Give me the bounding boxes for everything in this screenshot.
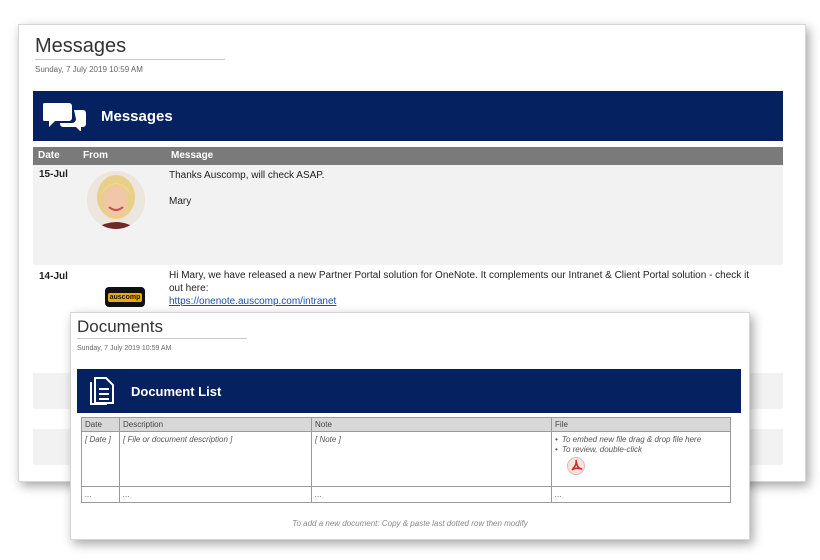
page-datetime: Sunday, 7 July 2019 10:59 AM (35, 65, 143, 74)
chat-bubbles-icon (43, 103, 86, 131)
portal-link[interactable]: https://onenote.auscomp.com/intranet (169, 295, 779, 308)
messages-table-header: Date From Message (33, 147, 783, 165)
message-text: Hi Mary, we have released a new Partner … (169, 269, 779, 308)
doc-description[interactable]: [ File or document description ] (120, 433, 235, 446)
page-title[interactable]: Documents (77, 317, 247, 339)
col-date-header: Date (38, 150, 60, 161)
pdf-file-icon[interactable] (567, 457, 585, 475)
documents-page: Documents Sunday, 7 July 2019 10:59 AM D… (70, 312, 750, 540)
message-row: 15-Jul Thanks Auscomp, will check ASAP. … (33, 165, 783, 265)
dotted-cell[interactable]: ... (82, 488, 95, 501)
document-table: Date Description Note File [ Date ] [ Fi… (81, 417, 731, 503)
banner-title: Messages (101, 107, 173, 125)
avatar (87, 171, 145, 229)
dotted-cell[interactable]: ... (312, 488, 325, 501)
col-message-header: Message (171, 150, 214, 161)
dotted-cell[interactable]: ... (552, 488, 565, 501)
col-from-header: From (83, 150, 108, 161)
documents-banner: Document List (77, 369, 741, 413)
col-date-header: Date (85, 420, 102, 429)
message-date: 14-Jul (39, 271, 68, 282)
col-note-header: Note (315, 420, 332, 429)
message-date: 15-Jul (39, 169, 68, 180)
auscomp-logo: auscomp (105, 287, 145, 307)
col-file-header: File (555, 420, 568, 429)
page-title[interactable]: Messages (35, 35, 225, 60)
dotted-cell[interactable]: ... (120, 488, 133, 501)
message-row: 14-Jul auscomp Hi Mary, we have released… (33, 265, 783, 315)
banner-title: Document List (131, 383, 222, 399)
message-text: Thanks Auscomp, will check ASAP. Mary (169, 170, 325, 207)
doc-date[interactable]: [ Date ] (82, 433, 114, 446)
document-icon (90, 377, 114, 405)
document-table-header: Date Description Note File (82, 418, 730, 432)
col-description-header: Description (123, 420, 164, 429)
messages-banner: Messages (33, 91, 783, 141)
instruction-text: To add a new document: Copy & paste last… (292, 519, 528, 528)
doc-note[interactable]: [ Note ] (312, 433, 344, 446)
page-datetime: Sunday, 7 July 2019 10:59 AM (77, 345, 172, 352)
doc-file-cell[interactable]: • To embed new file drag & drop file here… (552, 433, 730, 479)
